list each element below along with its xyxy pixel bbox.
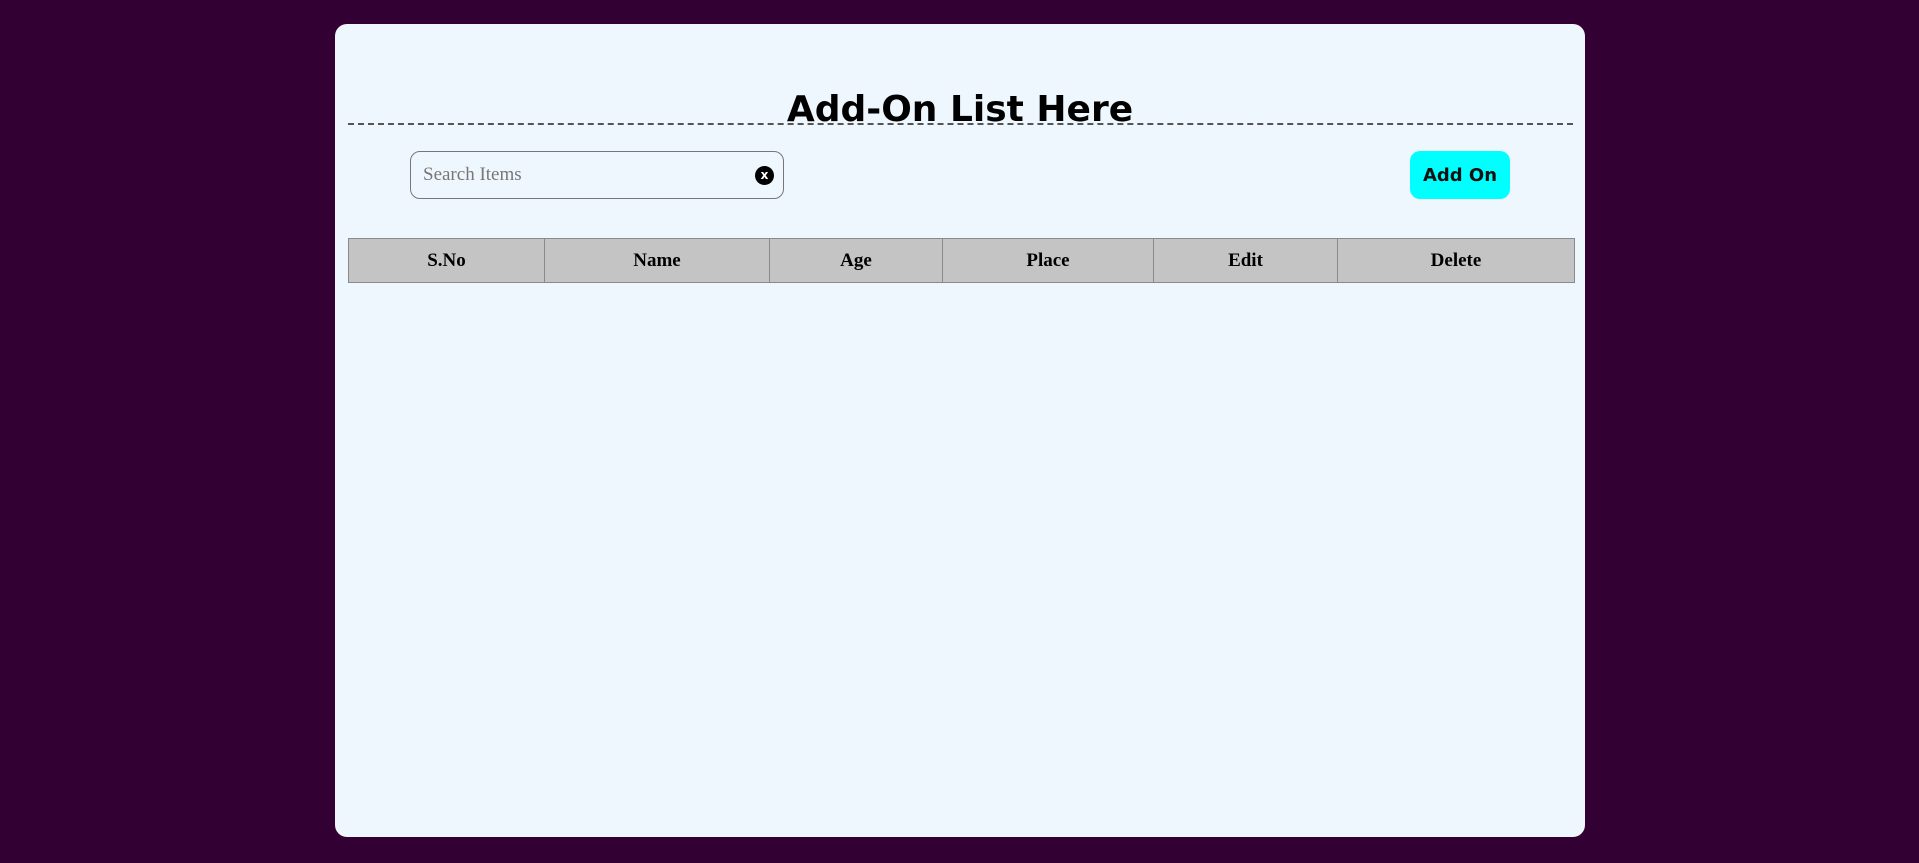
- column-header-edit: Edit: [1153, 238, 1338, 283]
- close-circle-icon[interactable]: x: [755, 166, 774, 185]
- main-card: Add-On List Here x Add On S.No Name Age …: [335, 24, 1585, 837]
- column-header-sno: S.No: [348, 238, 545, 283]
- items-table: S.No Name Age Place Edit Delete: [348, 238, 1575, 283]
- column-header-name: Name: [544, 238, 770, 283]
- page-title: Add-On List Here: [786, 89, 1134, 130]
- table-header-row: S.No Name Age Place Edit Delete: [348, 238, 1575, 283]
- search-box: x: [410, 151, 784, 199]
- search-input[interactable]: [423, 152, 743, 198]
- title-divider: [348, 123, 1573, 125]
- column-header-delete: Delete: [1337, 238, 1575, 283]
- column-header-age: Age: [769, 238, 943, 283]
- add-on-button[interactable]: Add On: [1410, 151, 1510, 199]
- column-header-place: Place: [942, 238, 1154, 283]
